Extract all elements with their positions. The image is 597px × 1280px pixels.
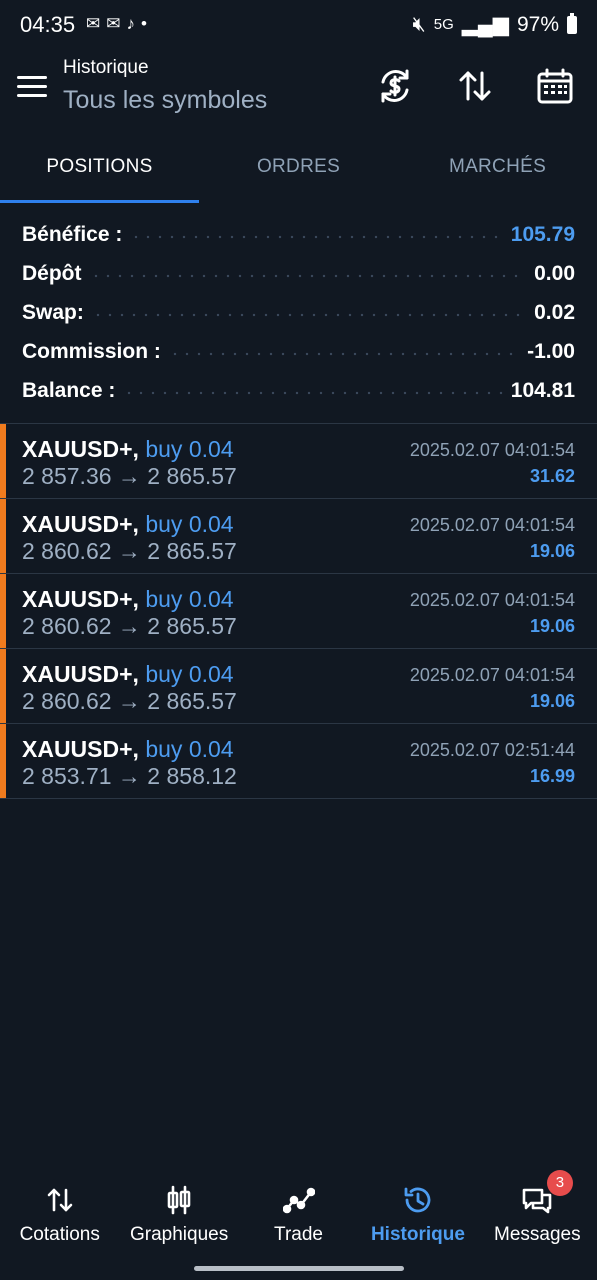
- summary-row-commission: Commission : -1.00: [22, 332, 575, 371]
- bottom-navigation: Cotations Graphiques Trade Historique 3 …: [0, 1170, 597, 1258]
- summary-label: Balance :: [22, 378, 116, 402]
- summary-row-swap: Swap: 0.02: [22, 294, 575, 333]
- position-marker: [0, 574, 6, 648]
- summary-row-profit: Bénéfice : 105.79: [22, 216, 575, 255]
- summary-value: 104.81: [510, 378, 575, 402]
- trade-prices: 2 860.62 → 2 865.57: [22, 538, 237, 564]
- dot-leader: [168, 351, 520, 356]
- nav-charts[interactable]: Graphiques: [119, 1178, 238, 1258]
- summary-label: Dépôt: [22, 262, 82, 286]
- calendar-icon[interactable]: [535, 66, 575, 106]
- tab-positions[interactable]: POSITIONS: [0, 135, 199, 203]
- trade-datetime: 2025.02.07 04:01:54: [409, 515, 575, 535]
- nav-messages[interactable]: 3 Messages: [478, 1170, 597, 1258]
- chat-icon: [478, 1178, 597, 1222]
- battery-text: 97%: [516, 12, 559, 36]
- dot-leader: [91, 312, 527, 317]
- dot-leader: [89, 274, 527, 279]
- trade-profit: 19.06: [529, 541, 575, 561]
- trade-datetime: 2025.02.07 04:01:54: [409, 590, 575, 610]
- status-bar: 04:35 ✉ ✉ ♪ • 🔇︎ 5G ▂▄▆ 97%: [0, 0, 597, 52]
- tiktok-icon: ♪: [126, 14, 136, 33]
- candles-icon: [119, 1178, 238, 1222]
- summary-panel: Bénéfice : 105.79 Dépôt 0.00 Swap: 0.02 …: [22, 216, 575, 410]
- mail-icon: ✉: [86, 14, 101, 33]
- tab-bar: POSITIONS ORDRES MARCHÉS: [0, 135, 597, 203]
- tab-orders[interactable]: ORDRES: [199, 135, 398, 203]
- summary-label: Swap:: [22, 300, 84, 324]
- notification-dot: •: [141, 14, 147, 33]
- trade-side: buy 0.04: [145, 436, 234, 462]
- mute-icon: 🔇︎: [412, 12, 426, 36]
- trend-icon: [239, 1178, 358, 1222]
- history-icon: [358, 1178, 477, 1222]
- nav-quotes[interactable]: Cotations: [0, 1178, 119, 1258]
- summary-row-balance: Balance : 104.81: [22, 371, 575, 410]
- list-item[interactable]: XAUUSD+, buy 0.04 2 860.62 → 2 865.57 20…: [0, 574, 597, 649]
- status-right: 🔇︎ 5G ▂▄▆ 97%: [413, 12, 577, 37]
- list-item[interactable]: XAUUSD+, buy 0.04 2 853.71 → 2 858.12 20…: [0, 724, 597, 799]
- summary-value: 0.02: [534, 300, 575, 324]
- trade-symbol: XAUUSD+, buy 0.04: [22, 661, 234, 687]
- list-item[interactable]: XAUUSD+, buy 0.04 2 857.36 → 2 865.57 20…: [0, 424, 597, 499]
- summary-row-deposit: Dépôt 0.00: [22, 255, 575, 294]
- nav-label: Historique: [370, 1224, 465, 1245]
- mail-icon: ✉: [106, 14, 121, 33]
- nav-trade[interactable]: Trade: [239, 1178, 358, 1258]
- page-title: Historique: [63, 57, 149, 78]
- trade-profit: 19.06: [529, 691, 575, 711]
- trade-symbol: XAUUSD+, buy 0.04: [22, 586, 234, 612]
- unread-badge: 3: [546, 1170, 573, 1196]
- position-marker: [0, 424, 6, 498]
- summary-label: Bénéfice :: [22, 223, 123, 247]
- status-time: 04:35: [20, 12, 76, 37]
- trade-datetime: 2025.02.07 02:51:44: [409, 740, 575, 760]
- trade-symbol: XAUUSD+, buy 0.04: [22, 511, 234, 537]
- currency-exchange-icon[interactable]: [375, 66, 415, 106]
- trade-prices: 2 860.62 → 2 865.57: [22, 613, 237, 639]
- summary-value: 0.00: [534, 262, 575, 286]
- symbol-filter[interactable]: Tous les symboles: [63, 86, 267, 115]
- trade-symbol: XAUUSD+, buy 0.04: [22, 436, 234, 462]
- notification-icons: ✉ ✉ ♪ •: [86, 14, 147, 34]
- signal-icon: ▂▄▆: [461, 13, 509, 36]
- network-label: 5G: [433, 16, 454, 33]
- tab-markets[interactable]: MARCHÉS: [398, 135, 597, 203]
- nav-label: Graphiques: [129, 1224, 229, 1245]
- trade-side: buy 0.04: [145, 586, 234, 612]
- nav-history[interactable]: Historique: [358, 1178, 477, 1258]
- app-header: Historique Tous les symboles: [0, 52, 597, 128]
- nav-label: Trade: [274, 1224, 323, 1245]
- trade-datetime: 2025.02.07 04:01:54: [409, 665, 575, 685]
- home-indicator[interactable]: [194, 1266, 404, 1271]
- trade-profit: 19.06: [529, 616, 575, 636]
- summary-value: -1.00: [527, 339, 575, 363]
- list-item[interactable]: XAUUSD+, buy 0.04 2 860.62 → 2 865.57 20…: [0, 649, 597, 724]
- position-marker: [0, 499, 6, 573]
- list-item[interactable]: XAUUSD+, buy 0.04 2 860.62 → 2 865.57 20…: [0, 499, 597, 574]
- dot-leader: [123, 390, 503, 395]
- summary-label: Commission :: [22, 339, 161, 363]
- trade-prices: 2 853.71 → 2 858.12: [22, 763, 237, 789]
- battery-icon: [567, 12, 577, 34]
- trade-side: buy 0.04: [145, 661, 234, 687]
- arrows-updown-icon: [0, 1178, 119, 1222]
- dot-leader: [130, 235, 503, 240]
- summary-value: 105.79: [510, 223, 575, 247]
- menu-icon[interactable]: [17, 76, 47, 98]
- trade-side: buy 0.04: [145, 511, 234, 537]
- sort-icon[interactable]: [455, 66, 495, 106]
- trade-symbol: XAUUSD+, buy 0.04: [22, 736, 234, 762]
- nav-label: Cotations: [19, 1224, 100, 1245]
- trade-prices: 2 860.62 → 2 865.57: [22, 688, 237, 714]
- position-marker: [0, 649, 6, 723]
- trade-profit: 31.62: [529, 466, 575, 486]
- position-marker: [0, 724, 6, 798]
- nav-label: Messages: [494, 1224, 581, 1245]
- trade-side: buy 0.04: [145, 736, 234, 762]
- trade-profit: 16.99: [529, 766, 575, 786]
- trade-prices: 2 857.36 → 2 865.57: [22, 463, 237, 489]
- positions-list: XAUUSD+, buy 0.04 2 857.36 → 2 865.57 20…: [0, 424, 597, 799]
- trade-datetime: 2025.02.07 04:01:54: [409, 440, 575, 460]
